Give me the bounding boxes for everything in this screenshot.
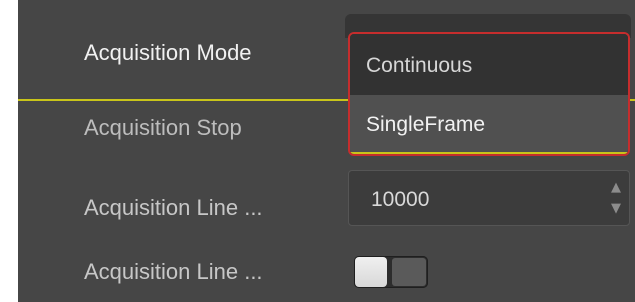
dropdown-option-label: SingleFrame — [366, 113, 486, 136]
acquisition-line-toggle[interactable] — [354, 256, 428, 288]
acquisition-mode-dropdown[interactable]: Continuous SingleFrame — [348, 32, 630, 156]
acquisition-line-rate-spinner[interactable]: 10000 ▲ ▼ — [348, 170, 630, 226]
dropdown-option-singleframe[interactable]: SingleFrame — [350, 95, 628, 154]
property-label-acquisition-stop: Acquisition Stop — [84, 115, 242, 140]
arrow-down-icon[interactable]: ▼ — [609, 202, 623, 216]
toggle-knob — [355, 257, 387, 287]
arrow-up-icon[interactable]: ▲ — [609, 181, 623, 195]
toggle-track — [392, 258, 426, 286]
property-row-acquisition-line-enable[interactable]: Acquisition Line ... — [18, 240, 635, 302]
property-label-acquisition-line-enable: Acquisition Line ... — [84, 259, 263, 284]
properties-panel: Acquisition Mode Acquisition Stop Acquis… — [18, 0, 635, 302]
spinner-value: 10000 — [371, 188, 430, 211]
property-label-acquisition-mode: Acquisition Mode — [84, 40, 252, 65]
dropdown-option-continuous[interactable]: Continuous — [350, 34, 628, 95]
selected-option-underline — [350, 152, 628, 154]
property-label-acquisition-line-rate: Acquisition Line ... — [84, 195, 263, 220]
